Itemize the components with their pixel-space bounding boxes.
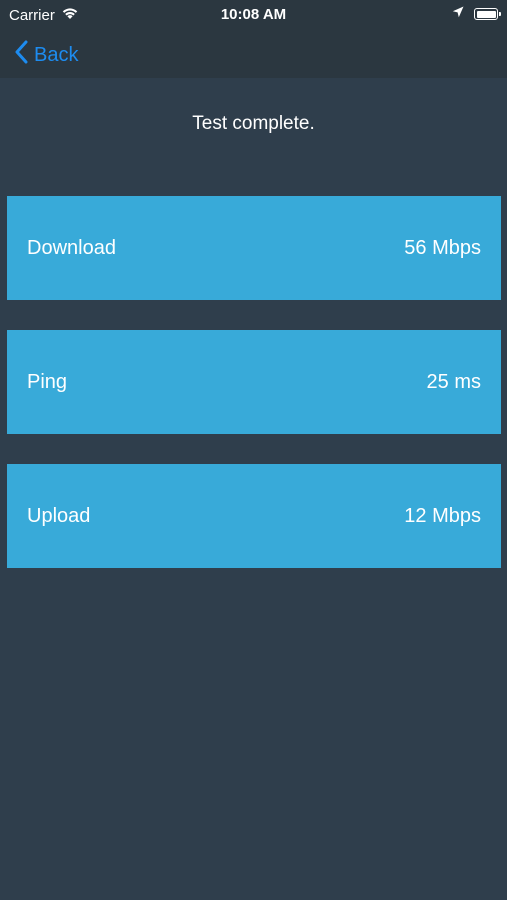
chevron-left-icon bbox=[14, 40, 28, 70]
upload-value: 12 Mbps bbox=[404, 504, 481, 527]
location-arrow-icon bbox=[452, 5, 464, 23]
status-bar: Carrier 10:08 AM bbox=[0, 0, 507, 28]
upload-result-card: Upload 12 Mbps bbox=[7, 464, 501, 568]
back-button[interactable]: Back bbox=[14, 40, 78, 70]
download-label: Download bbox=[27, 236, 116, 259]
back-label: Back bbox=[34, 43, 79, 66]
upload-label: Upload bbox=[27, 504, 91, 527]
status-time: 10:08 AM bbox=[220, 6, 287, 23]
test-status-text: Test complete. bbox=[192, 113, 315, 134]
ping-label: Ping bbox=[27, 370, 68, 393]
download-result-card: Download 56 Mbps bbox=[7, 196, 501, 300]
ping-value: 25 ms bbox=[426, 370, 481, 393]
battery-icon bbox=[474, 8, 501, 20]
ping-result-card: Ping 25 ms bbox=[7, 330, 501, 434]
download-value: 56 Mbps bbox=[404, 236, 481, 259]
navigation-bar: Back bbox=[0, 28, 507, 78]
status-right bbox=[452, 5, 501, 23]
